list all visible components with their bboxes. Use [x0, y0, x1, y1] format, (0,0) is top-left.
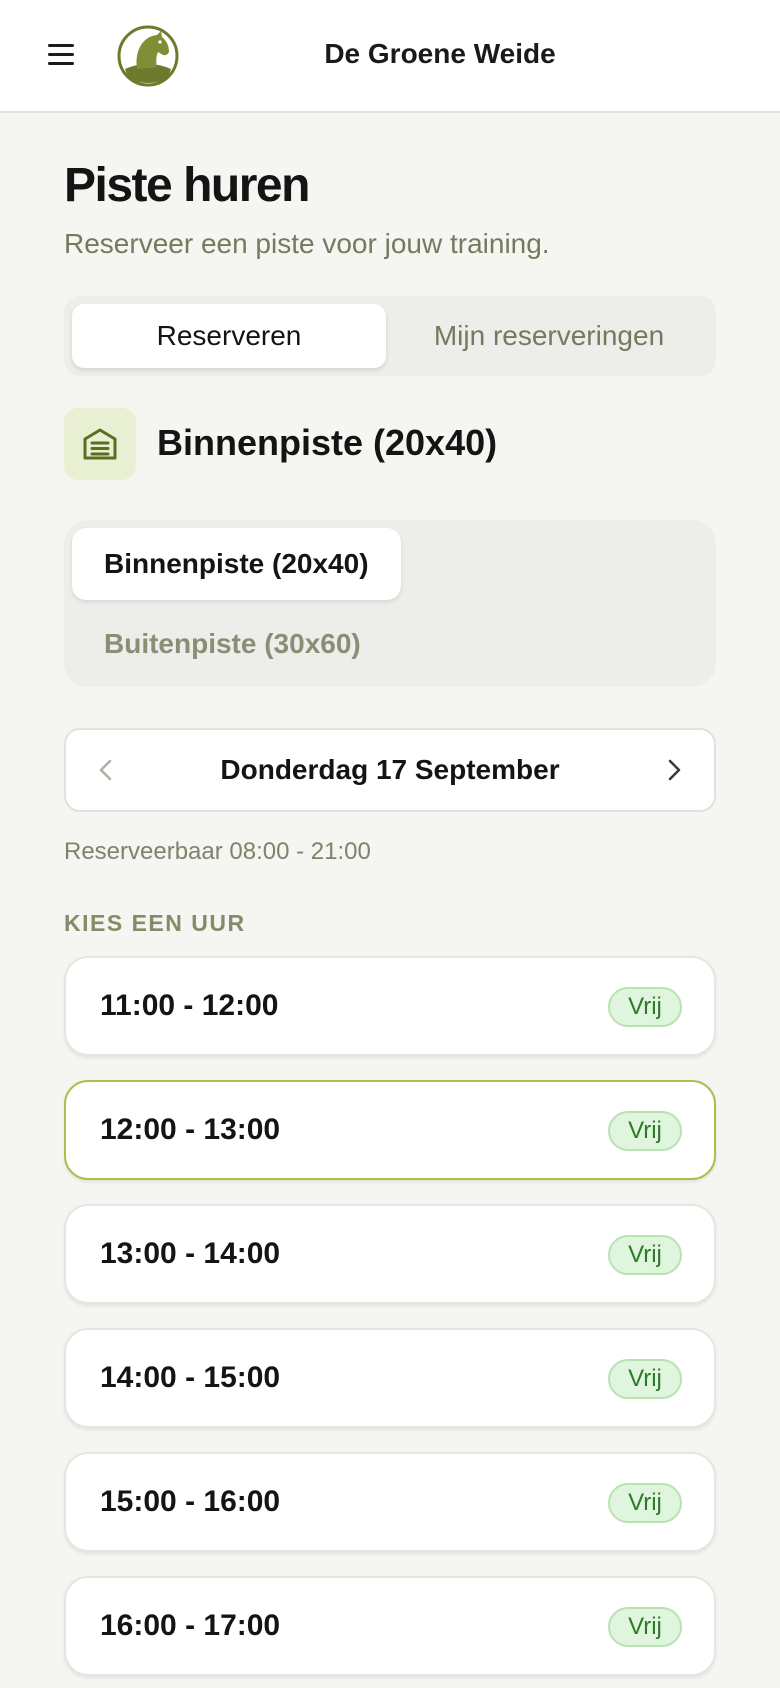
tab-reserveren[interactable]: Reserveren: [72, 304, 386, 368]
time-slot[interactable]: 13:00 - 14:00 Vrij: [64, 1204, 716, 1304]
section-label-choose-hour: KIES EEN UUR: [64, 910, 246, 936]
page-title: Piste huren: [64, 159, 310, 212]
date-label: Donderdag 17 September: [220, 754, 560, 785]
arena-option-list: Binnenpiste (20x40) Buitenpiste (30x60): [64, 520, 716, 687]
status-badge: Vrij: [608, 1607, 682, 1647]
status-badge: Vrij: [608, 1359, 682, 1399]
arena-option-binnenpiste[interactable]: Binnenpiste (20x40): [72, 528, 401, 600]
tab-mijn-reserveringen[interactable]: Mijn reserveringen: [392, 304, 706, 368]
time-slot-selected[interactable]: 12:00 - 13:00 Vrij: [64, 1080, 716, 1180]
time-slot-label: 14:00 - 15:00: [100, 1361, 281, 1394]
chevron-right-icon[interactable]: [634, 730, 714, 810]
date-selector: Donderdag 17 September: [64, 728, 716, 812]
time-slot[interactable]: 11:00 - 12:00 Vrij: [64, 956, 716, 1056]
status-badge: Vrij: [608, 1235, 682, 1275]
arena-building-icon: [64, 408, 136, 480]
time-slot[interactable]: 15:00 - 16:00 Vrij: [64, 1452, 716, 1552]
status-badge: Vrij: [608, 987, 682, 1027]
time-slot-label: 11:00 - 12:00: [100, 989, 279, 1022]
arena-option-buitenpiste[interactable]: Buitenpiste (30x60): [72, 608, 393, 680]
app-title: De Groene Weide: [324, 38, 556, 69]
chevron-left-icon[interactable]: [66, 730, 146, 810]
page-subtitle: Reserveer een piste voor jouw training.: [64, 228, 550, 259]
time-slot-label: 13:00 - 14:00: [100, 1237, 281, 1270]
status-badge: Vrij: [608, 1111, 682, 1151]
arena-heading: Binnenpiste (20x40): [157, 422, 498, 463]
status-badge: Vrij: [608, 1483, 682, 1523]
tab-switcher: Reserveren Mijn reserveringen: [64, 296, 716, 376]
time-slot[interactable]: 16:00 - 17:00 Vrij: [64, 1576, 716, 1676]
time-slot-label: 12:00 - 13:00: [100, 1113, 281, 1146]
time-slot-label: 15:00 - 16:00: [100, 1485, 281, 1518]
bookable-hours-note: Reserveerbaar 08:00 - 21:00: [64, 838, 371, 865]
time-slot[interactable]: 14:00 - 15:00 Vrij: [64, 1328, 716, 1428]
top-bar: De Groene Weide: [0, 0, 780, 113]
time-slot-label: 16:00 - 17:00: [100, 1609, 281, 1642]
